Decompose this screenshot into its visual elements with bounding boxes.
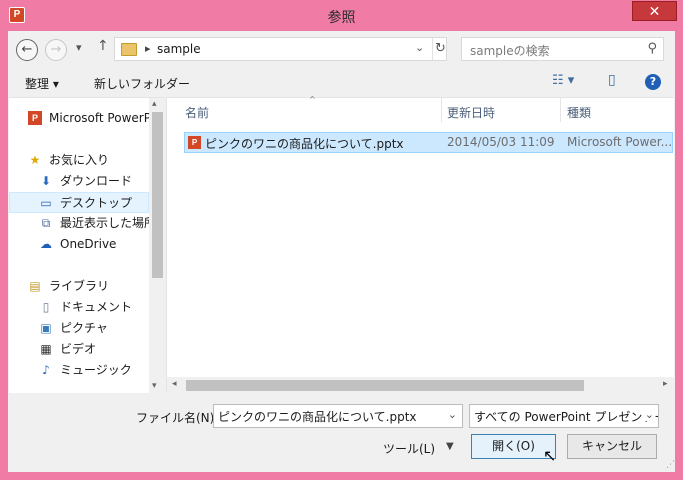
recent-places-icon: ⧉ — [41, 216, 51, 230]
nav-item-label: デスクトップ — [60, 196, 133, 210]
search-icon[interactable]: ⚲ — [647, 41, 657, 56]
close-icon: ✕ — [648, 4, 661, 20]
cloud-icon: ☁ — [40, 237, 52, 251]
nav-item-label: ミュージック — [60, 363, 132, 377]
nav-item-pictures[interactable]: ▣ ピクチャ — [9, 318, 149, 339]
search-box[interactable]: sampleの検索 ⚲ — [461, 37, 664, 61]
filename-label: ファイル名(N): — [136, 411, 219, 425]
nav-item-onedrive[interactable]: ☁ OneDrive — [9, 234, 149, 255]
help-icon[interactable]: ? — [645, 74, 661, 90]
tools-menu[interactable]: ツール(L) — [383, 440, 435, 457]
column-header-modified[interactable]: 更新日時 — [447, 104, 495, 121]
nav-item-label: ライブラリ — [49, 279, 110, 293]
window-title: 参照 — [327, 10, 356, 26]
nav-item-label: お気に入り — [49, 153, 110, 167]
file-list-horizontal-scrollbar[interactable]: ◂ ▸ — [167, 377, 675, 393]
back-button[interactable]: ← — [16, 39, 38, 61]
scroll-up-icon[interactable]: ▴ — [152, 99, 157, 109]
command-toolbar: 整理 ▾ 新しいフォルダー ☷ ▾ ▯ ? — [8, 67, 675, 97]
nav-item-videos[interactable]: ▦ ビデオ — [9, 339, 149, 360]
file-row[interactable]: P ピンクのワニの商品化について.pptx 2014/05/03 11:09 M… — [184, 132, 673, 153]
chevron-down-icon[interactable]: ⌄ — [448, 408, 457, 421]
star-icon: ★ — [29, 153, 41, 167]
nav-item-documents[interactable]: ▯ ドキュメント — [9, 297, 149, 318]
preview-pane-icon[interactable]: ▯ — [608, 72, 616, 88]
picture-icon: ▣ — [40, 321, 52, 335]
desktop-icon: ▭ — [40, 196, 52, 210]
breadcrumb-current-folder[interactable]: sample — [157, 42, 201, 56]
folder-icon — [121, 43, 137, 56]
nav-item-favorites[interactable]: ★ お気に入り — [9, 150, 149, 171]
nav-item-label: ドキュメント — [60, 300, 133, 314]
nav-item-downloads[interactable]: ⬇ ダウンロード — [9, 171, 149, 192]
document-icon: ▯ — [42, 300, 50, 314]
view-options-icon[interactable]: ☷ ▾ — [552, 73, 574, 88]
nav-item-label: Microsoft PowerPoint — [49, 111, 149, 125]
back-arrow-icon: ← — [21, 42, 33, 57]
music-note-icon: ♪ — [42, 363, 50, 377]
navigation-pane: P Microsoft PowerPoint ★ お気に入り ⬇ ダウンロード … — [9, 97, 165, 394]
cancel-button[interactable]: キャンセル — [567, 434, 657, 459]
scroll-down-icon[interactable]: ▾ — [152, 381, 157, 391]
column-header-type[interactable]: 種類 — [567, 104, 591, 121]
video-icon: ▦ — [40, 342, 52, 356]
download-icon: ⬇ — [40, 174, 52, 188]
file-name: ピンクのワニの商品化について.pptx — [205, 137, 404, 151]
column-divider[interactable] — [560, 98, 561, 122]
navigation-vertical-scrollbar[interactable]: ▴ ▾ — [149, 98, 165, 394]
breadcrumb-chevron-icon[interactable]: ▸ — [145, 42, 151, 55]
nav-item-recent-places[interactable]: ⧉ 最近表示した場所 — [9, 213, 149, 234]
window-frame: P 参照 ✕ ← → ▾ ↑ ▸ sample ⌄ ↻ sampleの検索 ⚲ … — [0, 0, 683, 480]
scrollbar-thumb[interactable] — [186, 380, 584, 391]
file-type: Microsoft Power... — [567, 135, 671, 149]
mouse-cursor-icon: ↖ — [543, 446, 557, 465]
forward-button[interactable]: → — [45, 39, 67, 61]
nav-item-desktop[interactable]: ▭ デスクトップ — [9, 192, 149, 213]
file-type-value: すべての PowerPoint プレゼンテーション — [474, 410, 658, 424]
powerpoint-icon: P — [28, 111, 42, 125]
library-icon: ▤ — [29, 279, 41, 293]
resize-grip-icon[interactable]: ⋰ — [666, 460, 675, 470]
filename-input[interactable]: ピンクのワニの商品化について.pptx ⌄ — [213, 404, 463, 428]
nav-item-powerpoint[interactable]: P Microsoft PowerPoint — [9, 108, 149, 129]
file-modified: 2014/05/03 11:09 — [447, 135, 555, 149]
close-button[interactable]: ✕ — [632, 1, 677, 21]
nav-item-label: ダウンロード — [60, 174, 133, 188]
file-type-select[interactable]: すべての PowerPoint プレゼンテーション ⌄ — [469, 404, 659, 428]
scrollbar-thumb[interactable] — [152, 112, 163, 278]
filename-value: ピンクのワニの商品化について.pptx — [218, 410, 417, 424]
organize-menu[interactable]: 整理 ▾ — [25, 75, 59, 92]
column-header-name[interactable]: 名前 — [185, 104, 209, 121]
sort-ascending-icon: ^ — [309, 95, 316, 104]
recent-locations-dropdown[interactable]: ▾ — [76, 41, 82, 54]
dialog-client-area: ← → ▾ ↑ ▸ sample ⌄ ↻ sampleの検索 ⚲ 整理 ▾ 新し… — [8, 31, 675, 472]
pptx-file-icon: P — [188, 136, 201, 149]
nav-item-label: ピクチャ — [60, 321, 108, 335]
nav-item-label: 最近表示した場所 — [60, 216, 149, 230]
nav-item-libraries[interactable]: ▤ ライブラリ — [9, 276, 149, 297]
nav-item-label: ビデオ — [60, 342, 97, 356]
scroll-left-icon[interactable]: ◂ — [172, 379, 177, 389]
nav-item-music[interactable]: ♪ ミュージック — [9, 360, 149, 381]
address-bar[interactable]: ▸ sample ⌄ ↻ — [114, 37, 447, 61]
up-folder-button[interactable]: ↑ — [97, 38, 109, 54]
forward-arrow-icon: → — [50, 42, 62, 57]
file-list-pane: 名前 ^ 更新日時 種類 P ピンクのワニの商品化について.pptx 2014/… — [166, 95, 675, 393]
dropdown-arrow-icon[interactable]: ▼ — [446, 441, 454, 452]
new-folder-button[interactable]: 新しいフォルダー — [94, 75, 190, 92]
column-divider[interactable] — [441, 98, 442, 122]
nav-item-label: OneDrive — [60, 237, 117, 251]
address-history-dropdown[interactable]: ⌄ — [415, 41, 424, 54]
search-placeholder: sampleの検索 — [470, 44, 550, 58]
title-bar[interactable]: P 参照 ✕ — [0, 0, 683, 32]
refresh-button[interactable]: ↻ — [432, 38, 448, 60]
scroll-right-icon[interactable]: ▸ — [663, 379, 668, 389]
chevron-down-icon: ⌄ — [642, 408, 654, 421]
